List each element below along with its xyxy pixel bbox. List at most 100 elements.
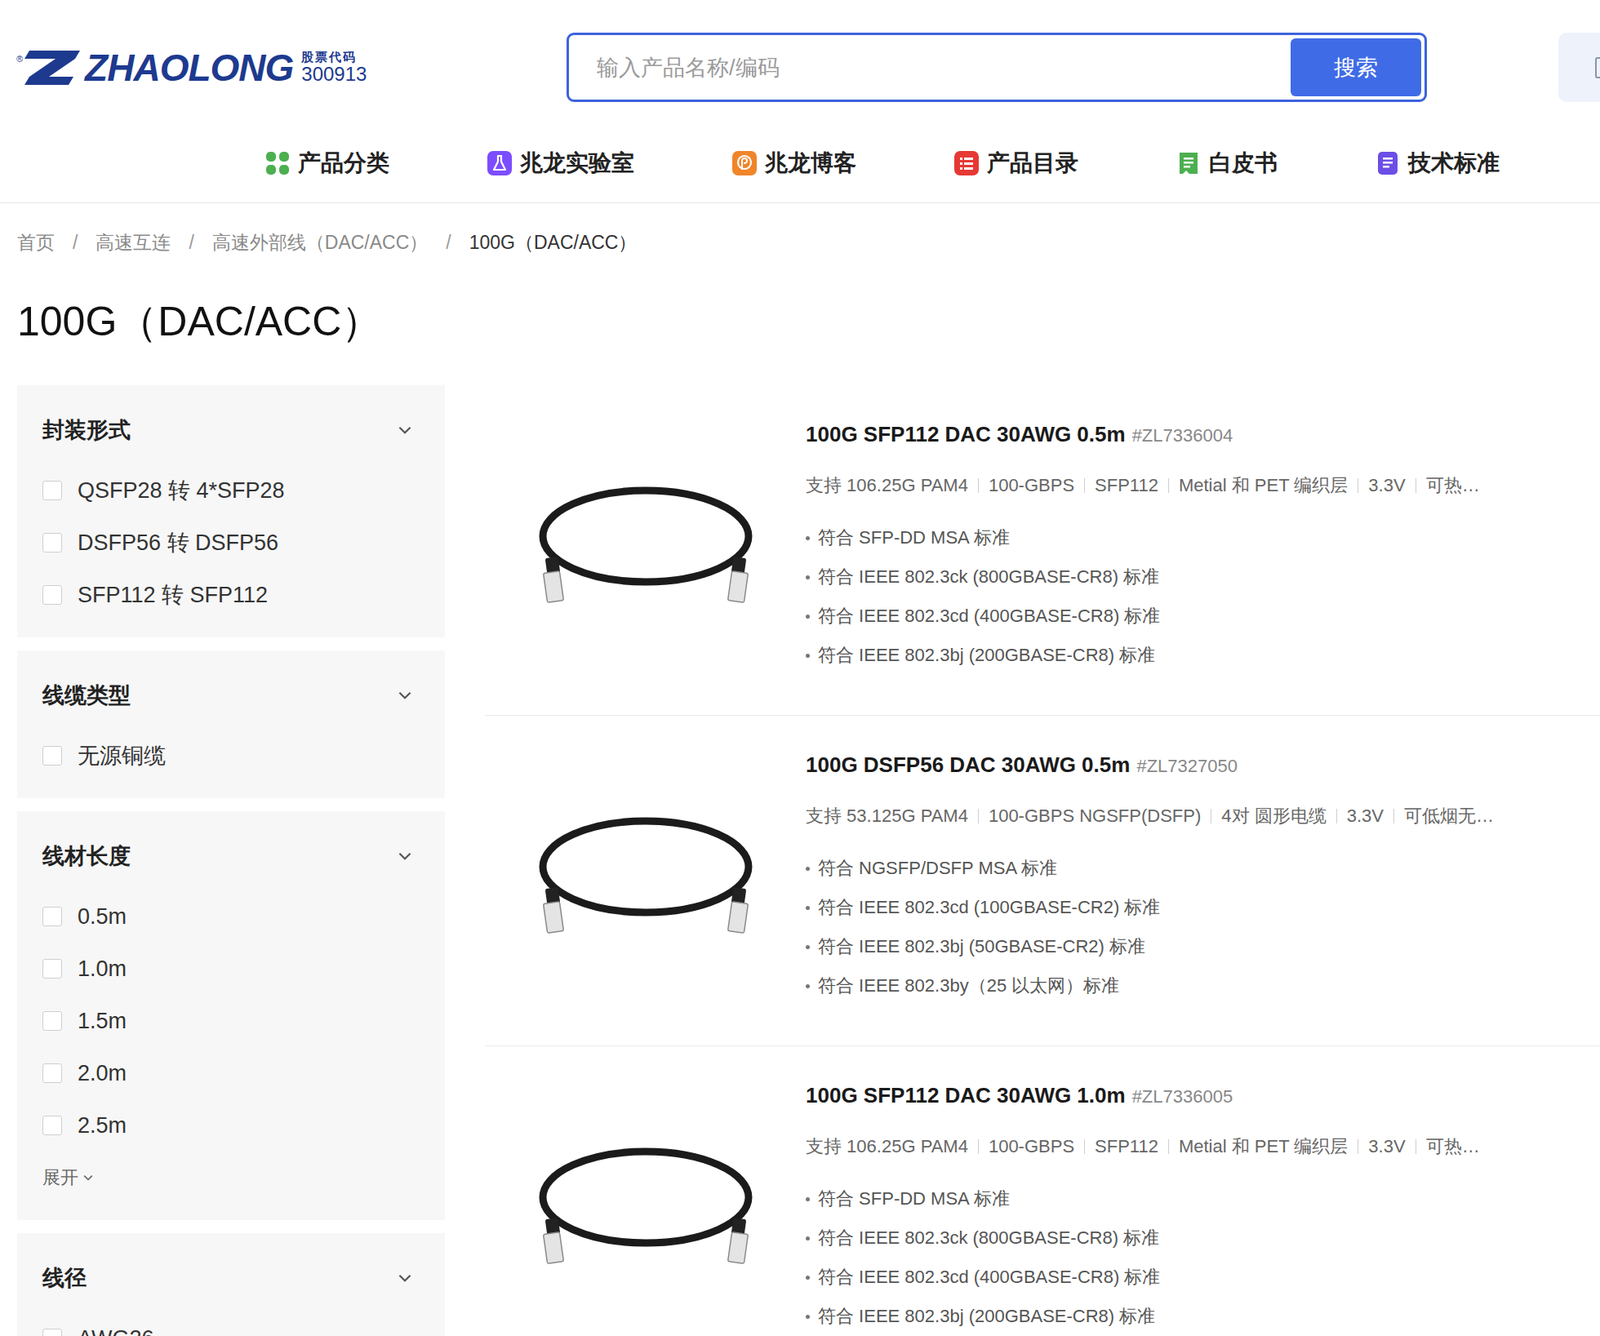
zhaolong-logo-icon [24, 48, 80, 87]
filter-option[interactable]: SFP112 转 SFP112 [42, 568, 414, 622]
filter-option[interactable]: 2.0m [42, 1047, 414, 1100]
product-title[interactable]: 100G SFP112 DAC 30AWG 0.5m [805, 422, 1126, 448]
checkbox[interactable] [42, 1328, 63, 1336]
spec-item: Metial 和 PET 编织层 [1158, 473, 1348, 498]
filter-option[interactable]: 1.5m [42, 995, 414, 1048]
nav-item[interactable]: 产品分类 [265, 146, 390, 180]
checkbox[interactable] [42, 585, 63, 605]
product-title[interactable]: 100G DSFP56 DAC 30AWG 0.5m [805, 752, 1130, 778]
bullet-icon [805, 1315, 810, 1320]
product-image[interactable] [484, 1140, 806, 1280]
product-image[interactable] [484, 809, 806, 949]
filter-option[interactable]: 0.5m [42, 890, 414, 943]
checkbox[interactable] [42, 1115, 63, 1136]
search-placeholder: 输入产品名称/编码 [596, 53, 780, 83]
breadcrumb-separator: / [445, 231, 451, 254]
bullet-icon [805, 1197, 810, 1202]
cable-icon [531, 479, 760, 618]
feature-item: 符合 SFP-DD MSA 标准 [805, 518, 1568, 558]
product-row[interactable]: 100G SFP112 DAC 30AWG 0.5m#ZL7336004支持 1… [484, 385, 1600, 716]
spec-line: 支持 106.25G PAM4100-GBPSSFP112Metial 和 PE… [805, 471, 1568, 501]
nav-label: 产品目录 [986, 147, 1079, 179]
grid-icon [265, 151, 290, 176]
page-title: 100G（DAC/ACC） [17, 297, 1600, 347]
feature-item: 符合 IEEE 802.3by（25 以太网）标准 [805, 966, 1568, 1006]
product-info: 100G DSFP56 DAC 30AWG 0.5m #ZL7327050 支持 5… [805, 752, 1600, 1006]
checkbox[interactable] [42, 959, 63, 979]
nav-item[interactable]: 兆龙实验室 [487, 146, 635, 180]
flask-icon [487, 151, 512, 176]
option-label: 2.0m [77, 1061, 127, 1087]
filter-option[interactable]: AWG26 [42, 1312, 414, 1336]
stock-info: 股票代码300913 [301, 50, 367, 85]
product-code: #ZL7327050 [1136, 755, 1238, 778]
feature-item: 符合 IEEE 802.3bj (200GBASE-CR8) 标准 [805, 635, 1568, 676]
filter-option[interactable]: 无源铜缆 [42, 729, 414, 783]
product-row[interactable]: 100G DSFP56 DAC 30AWG 0.5m #ZL7327050 支持 5… [484, 715, 1600, 1047]
checkbox[interactable] [42, 746, 63, 766]
feature-text: 符合 IEEE 802.3ck (800GBASE-CR8) 标准 [817, 1226, 1160, 1251]
checkbox[interactable] [42, 1063, 63, 1084]
feature-list: 符合 NGSFP/DSFP MSA 标准符合 IEEE 802.3cd (100… [805, 848, 1568, 1006]
nav-item[interactable]: 兆龙博客 [732, 146, 857, 180]
book-icon [1375, 151, 1400, 176]
nav-item[interactable]: 技术标准 [1375, 146, 1500, 180]
chevron-down-icon [395, 847, 414, 866]
nav-label: 兆龙实验室 [520, 147, 635, 179]
filter-option[interactable]: 2.5m [42, 1099, 414, 1152]
nav-label: 技术标准 [1408, 147, 1500, 179]
nav-item[interactable]: 白皮书 [1176, 146, 1278, 180]
user-panel[interactable] [1558, 32, 1600, 103]
expand-link[interactable]: 展开 [42, 1151, 414, 1205]
filter-header[interactable]: 线材长度 [42, 840, 414, 873]
feature-item: 符合 NGSFP/DSFP MSA 标准 [805, 848, 1568, 889]
nav-label: 产品分类 [297, 147, 390, 179]
product-image[interactable] [484, 479, 806, 618]
blog-icon [732, 151, 757, 176]
filter-header[interactable]: 线径 [42, 1262, 414, 1295]
breadcrumb-item[interactable]: 首页 [17, 230, 55, 256]
logo[interactable]: ®ZHAOLONG股票代码300913 [16, 48, 567, 87]
cable-icon [531, 1140, 760, 1280]
option-label: 无源铜缆 [77, 741, 166, 771]
product-title[interactable]: 100G SFP112 DAC 30AWG 1.0m [805, 1083, 1126, 1109]
filter-options: AWG26 [42, 1312, 414, 1336]
feature-list: 符合 SFP-DD MSA 标准符合 IEEE 802.3ck (800GBAS… [805, 518, 1568, 676]
bullet-icon [805, 984, 810, 989]
filter-header[interactable]: 封装形式 [42, 413, 414, 447]
filter-option[interactable]: DSFP56 转 DSFP56 [42, 516, 414, 569]
breadcrumb: 首页/高速互连/高速外部线（DAC/ACC）/100G（DAC/ACC） [17, 229, 1600, 256]
logo-name: ZHAOLONG [84, 48, 294, 87]
filter-title: 线缆类型 [42, 680, 131, 711]
checkbox[interactable] [42, 533, 63, 553]
spec-item: Metial 和 PET 编织层 [1158, 1134, 1348, 1160]
spec-item: 可热… [1405, 473, 1480, 498]
filter-options: 0.5m 1.0m 1.5m 2.0m 2.5m展开 [42, 890, 414, 1205]
checkbox[interactable] [42, 906, 63, 927]
checkbox[interactable] [42, 480, 63, 501]
filter-panel: 线材长度 0.5m 1.0m 1.5m 2.0m 2.5m展开 [17, 811, 445, 1221]
search-input[interactable]: 输入产品名称/编码 [596, 53, 1291, 83]
feature-item: 符合 IEEE 802.3ck (800GBASE-CR8) 标准 [805, 557, 1568, 597]
spec-item: 3.3V [1347, 475, 1405, 497]
feature-item: 符合 SFP-DD MSA 标准 [805, 1179, 1568, 1219]
product-row[interactable]: 100G SFP112 DAC 30AWG 1.0m#ZL7336005支持 1… [484, 1046, 1600, 1336]
bullet-icon [805, 536, 810, 541]
spec-item: 100-GBPS [968, 1136, 1075, 1158]
spec-line: 支持 53.125G PAM4100-GBPS NGSFP(DSFP)4对 圆形… [805, 801, 1568, 832]
filter-option[interactable]: 1.0m [42, 942, 414, 996]
nav-item[interactable]: 产品目录 [954, 146, 1079, 180]
filter-options: 无源铜缆 [42, 729, 414, 783]
search-button[interactable]: 搜索 [1290, 38, 1422, 97]
product-title-row: 100G DSFP56 DAC 30AWG 0.5m #ZL7327050 [805, 752, 1568, 786]
option-label: 1.0m [77, 956, 127, 983]
checkbox[interactable] [42, 1011, 63, 1032]
filter-option[interactable]: QSFP28 转 4*SFP28 [42, 464, 414, 517]
filter-panel: 封装形式 QSFP28 转 4*SFP28DSFP56 转 DSFP56SFP11… [17, 385, 445, 638]
breadcrumb-item[interactable]: 高速互连 [95, 230, 171, 256]
breadcrumb-item[interactable]: 高速外部线（DAC/ACC） [212, 230, 429, 256]
list-icon [954, 151, 979, 176]
filter-header[interactable]: 线缆类型 [42, 679, 414, 712]
breadcrumb-separator: / [72, 231, 78, 254]
spec-item: SFP112 [1074, 475, 1159, 497]
